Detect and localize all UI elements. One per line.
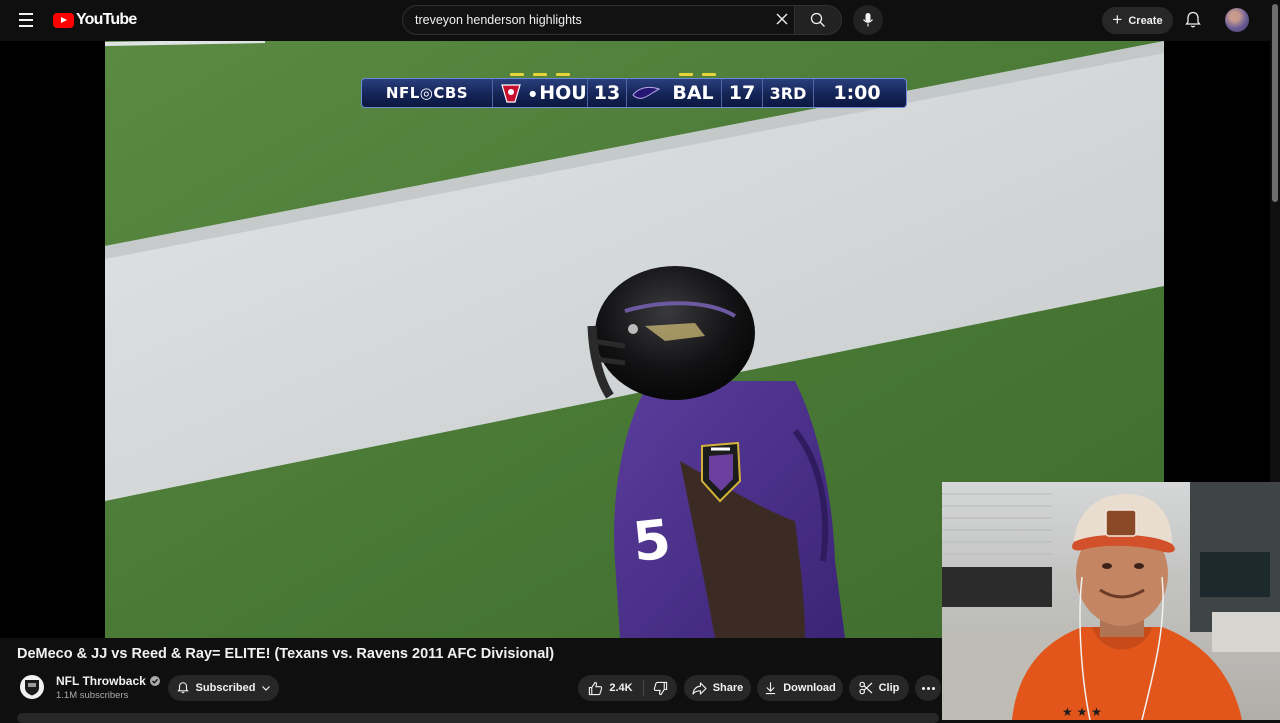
channel-name[interactable]: NFL Throwback	[56, 674, 160, 688]
quarter: 3RD	[762, 79, 813, 107]
texans-logo-icon	[492, 79, 529, 107]
thumb-down-icon	[653, 681, 668, 695]
bell-subscribed-icon	[176, 682, 189, 694]
scorebug-network: NFL◎CBS	[385, 84, 469, 102]
search-box	[402, 5, 794, 35]
away-timeouts	[679, 73, 716, 77]
clip-label: Clip	[878, 682, 900, 694]
youtube-logo-icon	[53, 12, 74, 28]
menu-icon[interactable]	[14, 8, 38, 32]
verified-icon	[149, 676, 160, 686]
youtube-logo[interactable]: YouTube	[53, 11, 137, 29]
channel-avatar[interactable]	[20, 675, 44, 699]
subscriber-count: 1.1M subscribers	[56, 690, 129, 701]
ravens-logo-icon	[626, 79, 665, 107]
video-title: DeMeco & JJ vs Reed & Ray= ELITE! (Texan…	[17, 646, 555, 662]
search-input[interactable]	[415, 6, 755, 34]
more-actions-button[interactable]	[915, 675, 941, 701]
download-label: Download	[783, 682, 836, 694]
search-icon	[810, 12, 825, 27]
webcam-image: ★ ★ ★	[942, 482, 1280, 720]
account-avatar[interactable]	[1225, 8, 1249, 32]
subscribed-button[interactable]: Subscribed	[168, 675, 279, 701]
clip-button[interactable]: Clip	[849, 675, 909, 701]
share-icon	[692, 681, 707, 695]
game-clock: 1:00	[813, 79, 900, 107]
bell-icon[interactable]	[1183, 10, 1203, 30]
description-box[interactable]	[17, 713, 939, 723]
chevron-down-icon	[262, 686, 271, 691]
scissors-icon	[859, 681, 873, 695]
home-team-name: HOU	[539, 82, 587, 104]
share-button[interactable]: Share	[684, 675, 751, 701]
logo-text: YouTube	[76, 11, 137, 28]
create-label: Create	[1128, 14, 1163, 27]
plus-icon: +	[1112, 10, 1123, 29]
search-button[interactable]	[794, 5, 842, 35]
away-score: 17	[721, 79, 762, 107]
away-team: BAL	[672, 82, 714, 104]
download-button[interactable]: Download	[757, 675, 843, 701]
scorebug: NFL◎CBS ● HOU 13 BAL 17 3RD 1:00	[361, 73, 907, 108]
more-horiz-icon	[921, 686, 925, 690]
home-score: 13	[587, 79, 626, 107]
mic-icon	[863, 13, 873, 27]
channel-name-text: NFL Throwback	[56, 674, 146, 688]
like-count: 2.4K	[609, 682, 633, 694]
thumb-up-icon	[589, 681, 603, 695]
svg-text:★ ★ ★: ★ ★ ★	[1062, 705, 1102, 719]
home-timeouts	[510, 73, 570, 77]
subscribed-label: Subscribed	[195, 682, 256, 694]
scrollbar-thumb[interactable]	[1272, 4, 1278, 202]
close-icon[interactable]	[774, 11, 790, 27]
svg-text:5: 5	[630, 507, 674, 574]
share-label: Share	[712, 682, 744, 694]
dislike-button[interactable]	[644, 675, 677, 701]
like-dislike-group: 2.4K	[578, 675, 677, 701]
webcam-overlay: ★ ★ ★	[942, 482, 1280, 720]
voice-search-button[interactable]	[853, 5, 883, 35]
home-team: ● HOU	[529, 82, 587, 104]
masthead: YouTube + Create	[0, 0, 1280, 41]
download-icon	[766, 682, 776, 695]
nfl-shield-icon	[25, 680, 39, 696]
like-button[interactable]: 2.4K	[578, 675, 643, 701]
create-button[interactable]: + Create	[1102, 7, 1173, 34]
